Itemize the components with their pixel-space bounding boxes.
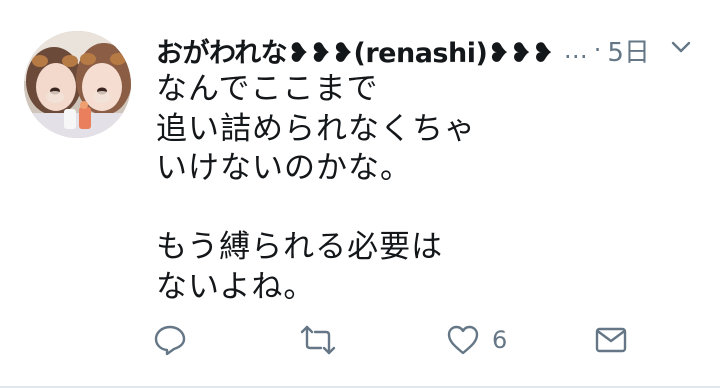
reply-icon (154, 325, 186, 356)
retweet-button[interactable] (299, 318, 337, 362)
mail-icon (595, 327, 627, 353)
tweet-text-line: 追い詰められなくちゃ (156, 110, 476, 147)
separator-dot: · (593, 36, 602, 64)
like-count: 6 (492, 326, 508, 354)
tweet-text: なんでここまで 追い詰められなくちゃ いけないのかな。 もう縛られる必要は ない… (156, 70, 676, 307)
tweet-header: おがわれな❥❥❥(renashi)❥❥❥ … · 5日 (156, 30, 696, 70)
retweet-icon (300, 325, 336, 355)
like-button[interactable]: 6 (446, 318, 507, 362)
heart-icon (447, 325, 479, 355)
timestamp[interactable]: 5日 (607, 32, 650, 69)
tweet-text-line: もう縛られる必要は (156, 229, 444, 265)
chevron-down-icon[interactable] (670, 40, 692, 54)
handle-ellipsis: … (563, 36, 588, 64)
avatar-photo (24, 31, 131, 138)
reply-button[interactable] (153, 318, 187, 362)
action-bar: 6 (0, 318, 720, 362)
tweet-text-line: ないよね。 (156, 268, 316, 305)
tweet-text-line (156, 189, 676, 229)
dm-button[interactable] (594, 318, 628, 362)
tweet-text-line: なんでここまで (156, 71, 379, 107)
avatar[interactable] (24, 31, 131, 138)
tweet[interactable]: おがわれな❥❥❥(renashi)❥❥❥ … · 5日 なんでここまで 追い詰め… (0, 0, 720, 388)
tweet-text-line: いけないのかな。 (156, 150, 412, 186)
display-name[interactable]: おがわれな❥❥❥(renashi)❥❥❥ (156, 31, 554, 70)
